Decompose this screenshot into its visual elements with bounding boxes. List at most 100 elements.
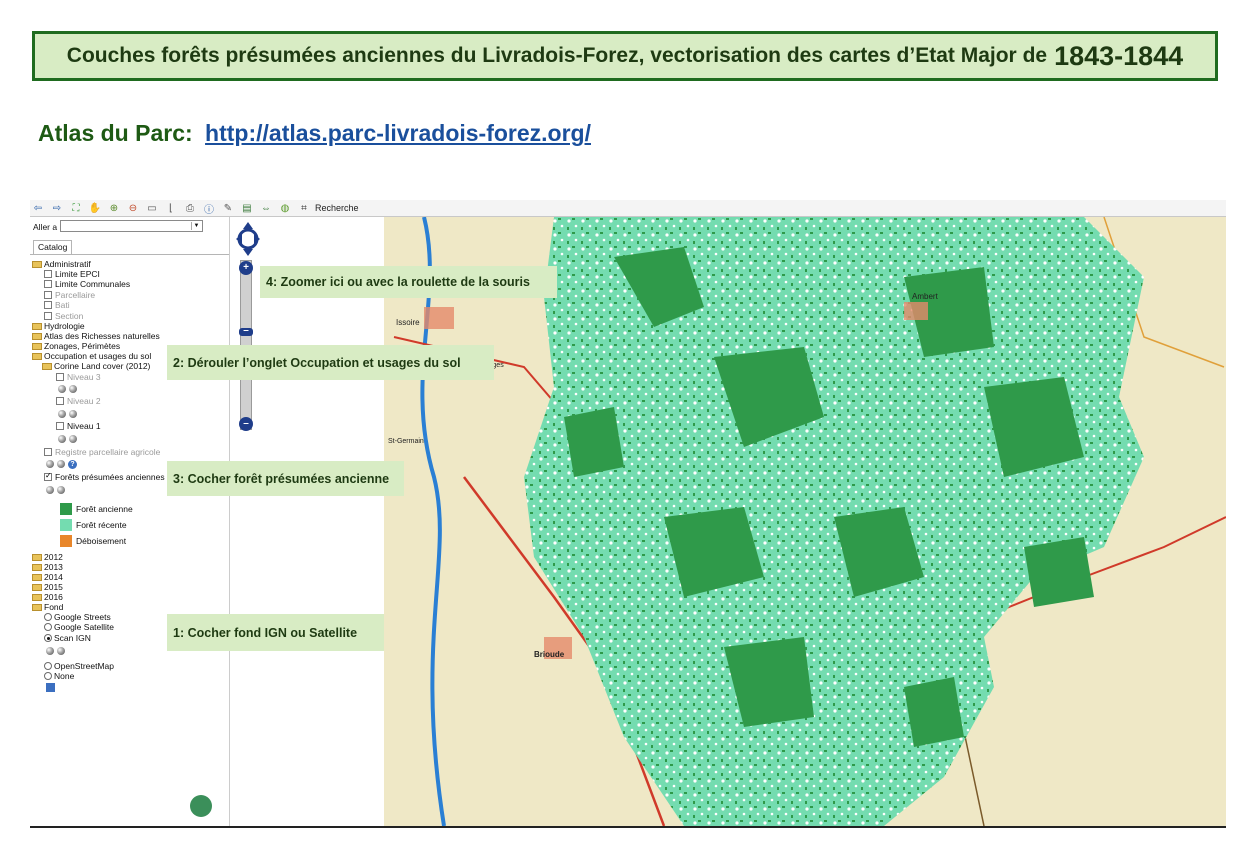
aller-select[interactable]: ▼ bbox=[60, 220, 203, 232]
opacity-controls[interactable] bbox=[58, 409, 80, 419]
info-icon[interactable]: ⓘ bbox=[203, 202, 215, 216]
zoom-out-button[interactable]: – bbox=[239, 417, 253, 431]
forward-icon[interactable]: ⇨ bbox=[51, 202, 63, 214]
folder-icon bbox=[32, 342, 42, 350]
checkbox[interactable] bbox=[44, 301, 52, 309]
help-icon[interactable]: ? bbox=[68, 459, 77, 469]
tree-item-2014[interactable]: 2014 bbox=[32, 572, 63, 582]
tab-catalog[interactable]: Catalog bbox=[33, 240, 73, 254]
radio-button[interactable] bbox=[44, 613, 52, 621]
map-svg[interactable]: Ambert Issoire Brioude St-Germain Sauxil… bbox=[384, 217, 1226, 826]
legend-swatch bbox=[60, 503, 72, 515]
radio-google-streets[interactable]: Google Streets bbox=[44, 612, 111, 622]
tree-item-2016[interactable]: 2016 bbox=[32, 592, 63, 602]
map-label-issoire: Issoire bbox=[396, 318, 420, 327]
layer-list-icon[interactable] bbox=[46, 682, 55, 692]
checkbox[interactable] bbox=[44, 280, 52, 288]
layer-panel: Aller a : ▼ Catalog Administratif Limite… bbox=[30, 217, 230, 826]
opacity-icon[interactable] bbox=[57, 647, 65, 655]
opacity-icon[interactable] bbox=[58, 410, 66, 418]
profile-icon[interactable]: ⌊ bbox=[165, 202, 177, 214]
radio-openstreetmap[interactable]: OpenStreetMap bbox=[44, 661, 114, 671]
tree-item-limite-communales[interactable]: Limite Communales bbox=[44, 279, 130, 289]
tree-item-occupation[interactable]: Occupation et usages du sol bbox=[32, 351, 151, 361]
checkbox[interactable] bbox=[44, 291, 52, 299]
tree-item-2012[interactable]: 2012 bbox=[32, 552, 63, 562]
tree-item-fond[interactable]: Fond bbox=[32, 602, 63, 612]
tree-item-2015[interactable]: 2015 bbox=[32, 582, 63, 592]
export-icon[interactable]: ▤ bbox=[241, 202, 253, 214]
checkbox[interactable] bbox=[56, 373, 64, 381]
draw-icon[interactable]: ✎ bbox=[222, 202, 234, 214]
opacity-controls[interactable] bbox=[58, 434, 80, 444]
checkbox[interactable] bbox=[44, 270, 52, 278]
zoom-handle[interactable]: – bbox=[239, 326, 253, 336]
measure-icon[interactable]: ▭ bbox=[146, 202, 158, 214]
chevron-down-icon[interactable]: ▼ bbox=[191, 222, 201, 230]
tree-item-niveau1[interactable]: Niveau 1 bbox=[56, 421, 101, 431]
radio-google-satellite[interactable]: Google Satellite bbox=[44, 622, 114, 632]
zoom-in-button[interactable]: + bbox=[239, 261, 253, 275]
tree-item-limite-epci[interactable]: Limite EPCI bbox=[44, 269, 100, 279]
tree-item-administratif[interactable]: Administratif bbox=[32, 259, 91, 269]
back-icon[interactable]: ⇦ bbox=[32, 202, 44, 214]
print-icon[interactable]: ⎙ bbox=[184, 202, 196, 214]
tree-item-niveau3[interactable]: Niveau 3 bbox=[56, 372, 101, 382]
folder-icon bbox=[42, 362, 52, 370]
link-icon[interactable]: ⇔ bbox=[260, 202, 272, 214]
opacity-icon[interactable] bbox=[57, 460, 65, 468]
tree-item-bati[interactable]: Bati bbox=[44, 300, 70, 310]
opacity-icon[interactable] bbox=[58, 435, 66, 443]
tree-item-registre[interactable]: Registre parcellaire agricole bbox=[44, 447, 160, 457]
zoom-out-icon[interactable]: ⊖ bbox=[127, 202, 139, 214]
radio-button[interactable] bbox=[44, 662, 52, 670]
tree-item-hydrologie[interactable]: Hydrologie bbox=[32, 321, 85, 331]
tree-item-2013[interactable]: 2013 bbox=[32, 562, 63, 572]
opacity-controls[interactable] bbox=[46, 485, 68, 495]
opacity-icon[interactable] bbox=[46, 460, 54, 468]
pan-control-icon[interactable] bbox=[236, 222, 260, 256]
pan-hand-icon[interactable]: ✋ bbox=[89, 202, 101, 214]
opacity-icon[interactable] bbox=[69, 385, 77, 393]
opacity-controls[interactable] bbox=[58, 384, 80, 394]
tree-item-atlas-richesses[interactable]: Atlas des Richesses naturelles bbox=[32, 331, 160, 341]
opacity-controls[interactable] bbox=[46, 646, 68, 656]
tree-item-niveau2[interactable]: Niveau 2 bbox=[56, 396, 101, 406]
tree-item-corine[interactable]: Corine Land cover (2012) bbox=[42, 361, 150, 371]
full-extent-icon[interactable]: ⛶ bbox=[70, 202, 82, 214]
zoom-in-icon[interactable]: ⊕ bbox=[108, 202, 120, 214]
radio-button[interactable] bbox=[44, 672, 52, 680]
map-canvas[interactable]: Ambert Issoire Brioude St-Germain Sauxil… bbox=[384, 217, 1226, 826]
legend-item: Déboisement bbox=[60, 534, 126, 548]
legend-swatch bbox=[60, 535, 72, 547]
opacity-icon[interactable] bbox=[58, 385, 66, 393]
note-zoom: 4: Zoomer ici ou avec la roulette de la … bbox=[260, 266, 557, 298]
search-label[interactable]: Recherche bbox=[315, 203, 359, 213]
tree-item-parcellaire[interactable]: Parcellaire bbox=[44, 290, 95, 300]
map-label-st-germain: St-Germain bbox=[388, 438, 424, 445]
radio-button[interactable] bbox=[44, 623, 52, 631]
checkbox[interactable] bbox=[44, 448, 52, 456]
opacity-icon[interactable] bbox=[69, 435, 77, 443]
tree-item-forets[interactable]: Forêts présumées anciennes bbox=[44, 471, 165, 482]
park-logo bbox=[190, 795, 212, 817]
map-toolbar: ⇦ ⇨ ⛶ ✋ ⊕ ⊖ ▭ ⌊ ⎙ ⓘ ✎ ▤ ⇔ ◍ ⌗ Recherche bbox=[30, 200, 1226, 217]
checkbox[interactable] bbox=[56, 397, 64, 405]
opacity-icon[interactable] bbox=[46, 647, 54, 655]
globe-icon[interactable]: ◍ bbox=[279, 202, 291, 214]
radio-none[interactable]: None bbox=[44, 671, 74, 681]
tree-item-section[interactable]: Section bbox=[44, 311, 83, 321]
atlas-link[interactable]: http://atlas.parc-livradois-forez.org/ bbox=[205, 120, 591, 146]
tree-item-zonages[interactable]: Zonages, Périmètes bbox=[32, 341, 120, 351]
checkbox[interactable] bbox=[44, 312, 52, 320]
opacity-icon[interactable] bbox=[46, 486, 54, 494]
radio-button-selected[interactable] bbox=[44, 634, 52, 642]
checkbox-checked[interactable] bbox=[44, 471, 52, 481]
opacity-controls[interactable]: ? bbox=[46, 459, 77, 469]
map-label-brioude: Brioude bbox=[534, 650, 565, 659]
opacity-icon[interactable] bbox=[57, 486, 65, 494]
checkbox[interactable] bbox=[56, 422, 64, 430]
radio-scan-ign[interactable]: Scan IGN bbox=[44, 633, 91, 643]
opacity-icon[interactable] bbox=[69, 410, 77, 418]
search-binoculars-icon[interactable]: ⌗ bbox=[298, 202, 310, 214]
